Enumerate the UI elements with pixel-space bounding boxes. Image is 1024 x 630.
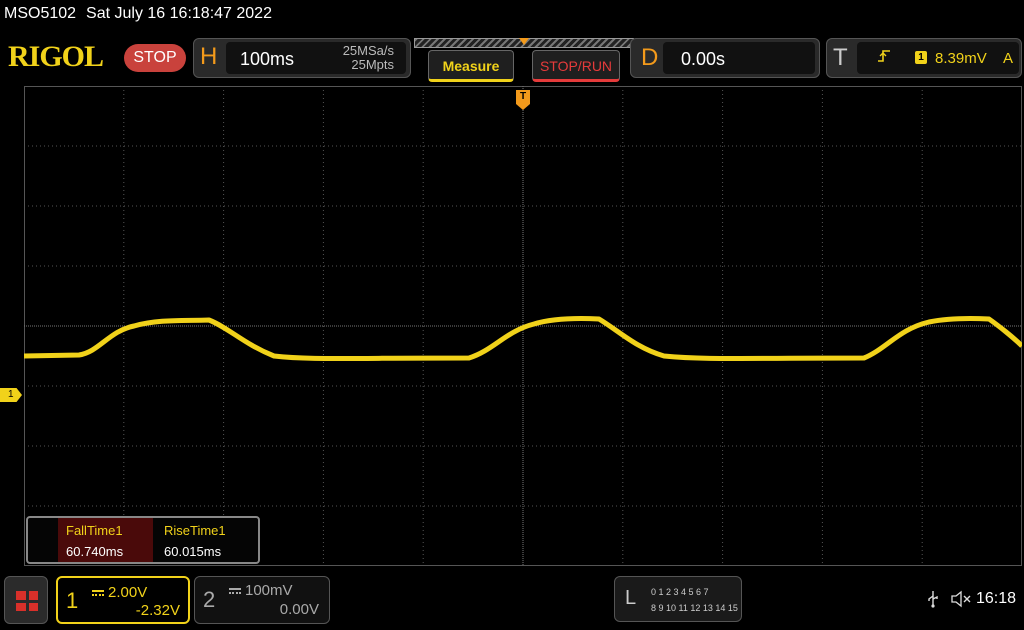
run-state-badge: STOP: [124, 44, 186, 72]
main-menu-button[interactable]: [4, 576, 48, 624]
sample-rate: 25MSa/s: [342, 43, 394, 58]
measurement-item: RiseTime1 60.015ms: [156, 518, 251, 562]
channel-1-number: 1: [66, 588, 79, 613]
menu-grid-icon: [16, 591, 38, 611]
channel-1-scale-value: 2.00V: [108, 584, 148, 601]
usb-icon: [928, 591, 938, 608]
measurement-value: 60.740ms: [66, 544, 124, 559]
channel-2-scale: 100mV: [229, 582, 293, 599]
trigger-mode: A: [1003, 50, 1014, 67]
logic-analyzer-panel[interactable]: L 0 1 2 3 4 5 6 7 8 9 10 11 12 13 14 15: [614, 576, 742, 622]
horizontal-label: H: [200, 43, 218, 70]
memory-depth: 25Mpts: [351, 57, 394, 72]
ch1-offset-marker[interactable]: 1: [0, 388, 22, 402]
trigger-readout: 1 8.39mV A: [857, 42, 1019, 74]
measurement-value: 60.015ms: [164, 544, 222, 559]
delay-panel[interactable]: D 0.00s: [630, 38, 820, 78]
measure-button[interactable]: Measure: [428, 50, 514, 82]
channel-2-scale-value: 100mV: [245, 582, 293, 599]
date-time: Sat July 16 16:18:47 2022: [86, 5, 272, 22]
measurement-name: RiseTime1: [164, 523, 226, 538]
memory-position-marker: [519, 38, 529, 45]
channel-2-panel[interactable]: 2 100mV 0.00V: [194, 576, 330, 624]
channel-2-offset: 0.00V: [279, 601, 319, 618]
trigger-position-marker[interactable]: T: [516, 90, 530, 110]
channel-1-readout: 2.00V -2.32V: [84, 580, 188, 620]
trigger-level: 8.39mV: [935, 50, 987, 67]
model-name: MSO5102: [4, 5, 77, 22]
dc-coupling-icon: [229, 588, 241, 595]
logic-channels-row-2: 8 9 10 11 12 13 14 15: [651, 603, 738, 613]
trigger-source: 1: [915, 51, 927, 64]
stop-run-button[interactable]: STOP/RUN: [532, 50, 620, 82]
trigger-panel[interactable]: T 1 8.39mV A: [826, 38, 1022, 78]
speaker-muted-icon[interactable]: [950, 590, 972, 608]
logic-channels-row-1: 0 1 2 3 4 5 6 7: [651, 587, 709, 597]
channel-2-number: 2: [203, 587, 216, 612]
dc-coupling-icon: [92, 590, 104, 597]
horizontal-readout: 100ms 25MSa/s 25Mpts: [226, 42, 406, 74]
acquisition-info: 25MSa/s 25Mpts: [343, 44, 394, 72]
trigger-position-flag: T: [516, 90, 530, 104]
delay-readout: 0.00s: [663, 42, 815, 74]
measurement-item: FallTime1 60.740ms: [58, 518, 153, 562]
trigger-label: T: [833, 44, 848, 71]
system-clock: 16:18: [976, 590, 1017, 607]
channel-1-panel[interactable]: 1 2.00V -2.32V: [56, 576, 190, 624]
timebase-value: 100ms: [240, 49, 295, 69]
measurement-name: FallTime1: [66, 523, 123, 538]
waveform-display[interactable]: [24, 86, 1022, 566]
channel-1-offset: -2.32V: [135, 602, 180, 619]
measurement-results-box: FallTime1 60.740ms RiseTime1 60.015ms: [26, 516, 260, 564]
delay-label: D: [641, 44, 659, 71]
trigger-position-tip: [516, 104, 530, 110]
rising-edge-icon: [877, 49, 891, 67]
status-line: MSO5102 Sat July 16 16:18:47 2022: [4, 5, 272, 23]
rigol-logo: RIGOL: [8, 40, 104, 73]
logic-label: L: [625, 587, 637, 609]
horizontal-panel[interactable]: H 100ms 25MSa/s 25Mpts: [193, 38, 411, 78]
channel-1-scale: 2.00V: [92, 584, 147, 601]
delay-value: 0.00s: [681, 49, 726, 69]
